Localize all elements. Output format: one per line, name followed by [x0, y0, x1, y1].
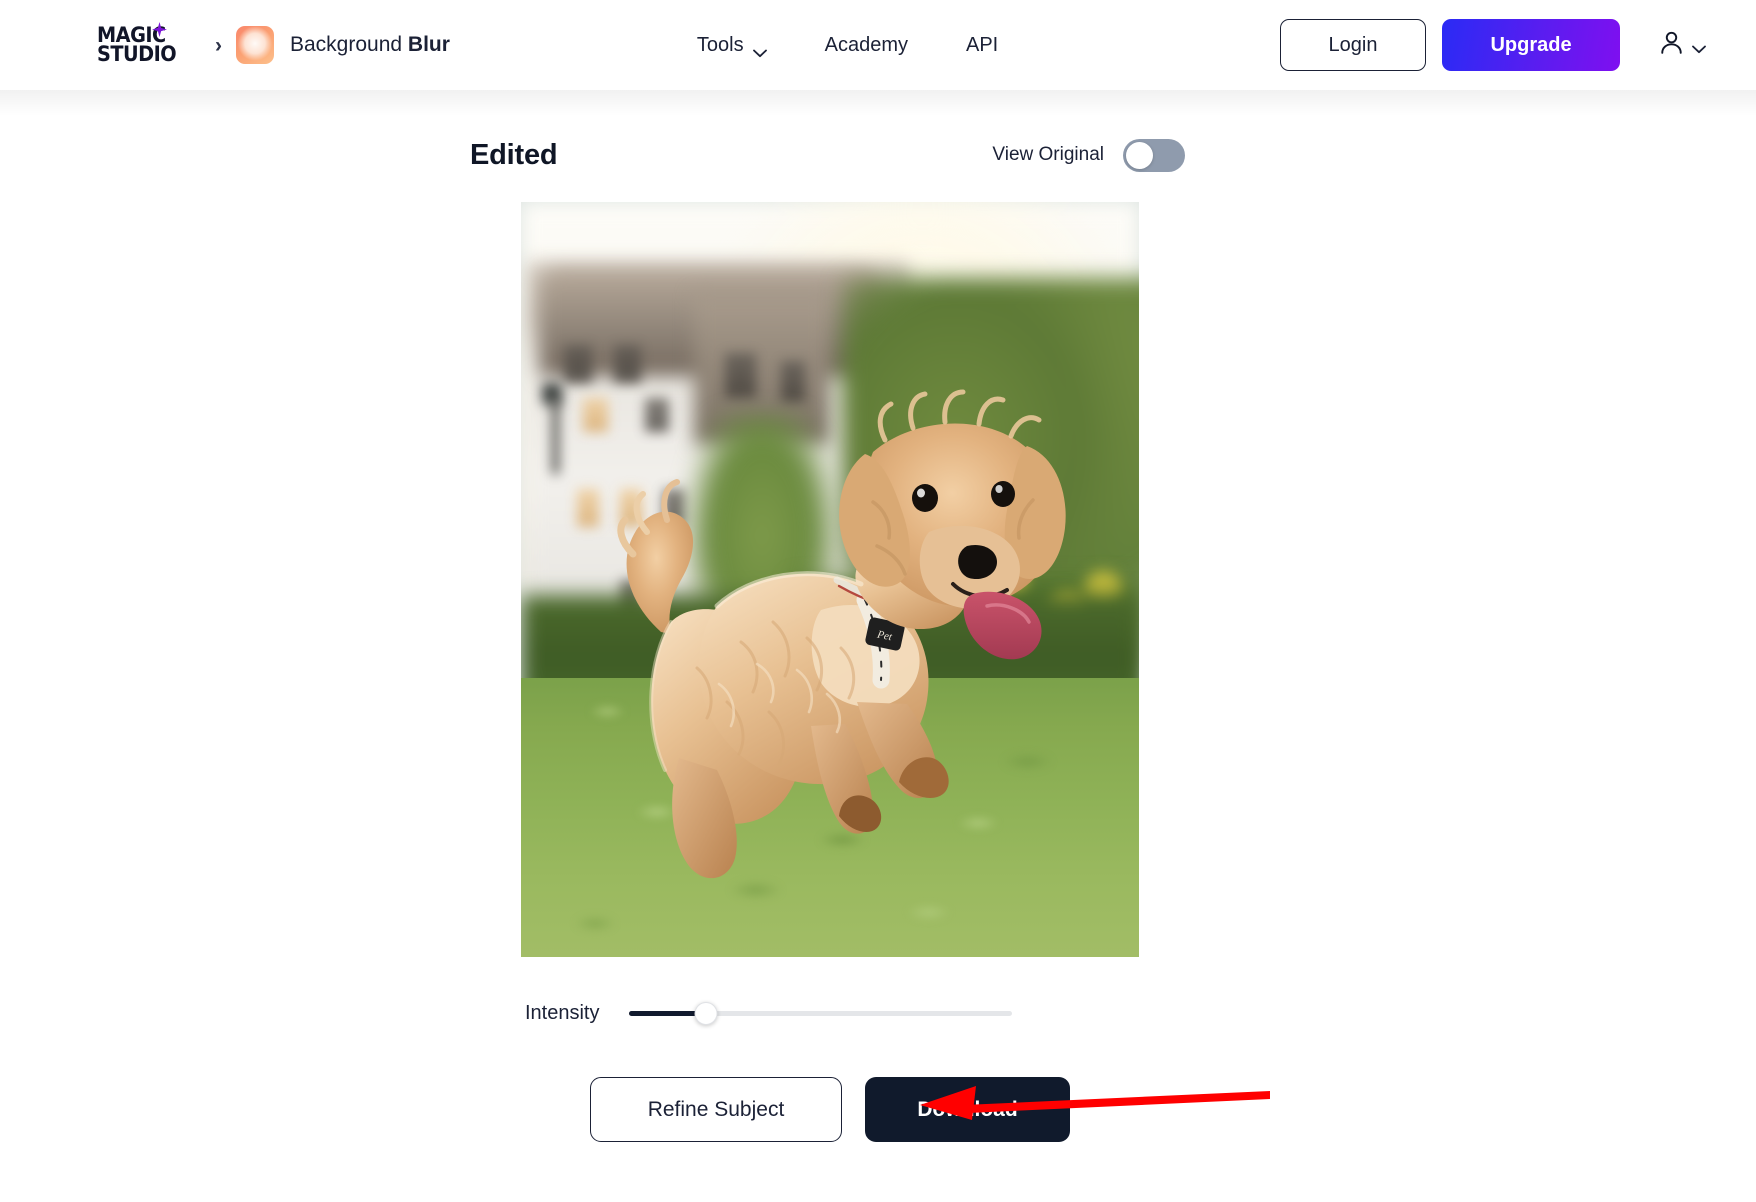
nav-item-tools[interactable]: Tools	[697, 34, 767, 57]
toggle-knob	[1126, 141, 1153, 169]
header-actions: Login Upgrade	[1280, 19, 1706, 71]
breadcrumb-title-regular: Background	[290, 33, 408, 56]
person-icon	[1658, 29, 1685, 61]
refine-subject-button[interactable]: Refine Subject	[590, 1077, 842, 1142]
download-button[interactable]: Download	[865, 1077, 1070, 1142]
photo-dog-subject: Pet	[617, 389, 1066, 879]
view-original-control[interactable]: View Original	[992, 138, 1185, 172]
breadcrumb-title-bold: Blur	[407, 33, 450, 56]
slider-thumb[interactable]	[694, 1002, 718, 1025]
nav-item-academy-label: Academy	[824, 33, 908, 56]
editor-main: Edited View Original Pet Intensity Refin…	[0, 90, 1756, 1202]
intensity-label: Intensity	[525, 1002, 600, 1024]
nav-item-api-label: API	[966, 33, 999, 56]
intensity-slider[interactable]	[629, 1002, 1013, 1025]
view-original-label: View Original	[992, 144, 1104, 165]
photo-composite: Pet	[521, 202, 1139, 957]
editor-action-buttons: Refine Subject Download	[470, 1077, 1190, 1142]
editor-canvas-column: Edited View Original Pet Intensity Refin…	[470, 90, 1190, 1142]
edited-image-preview: Pet	[521, 202, 1139, 957]
blur-tool-thumbnail-icon	[236, 26, 274, 64]
site-header: MAGIC STUDIO › Background Blur Tools Aca…	[0, 0, 1756, 116]
sparkle-star-icon	[152, 22, 167, 37]
nav-item-academy[interactable]: Academy	[825, 34, 908, 57]
breadcrumb-title: Background Blur	[290, 33, 450, 57]
magic-studio-logo[interactable]: MAGIC STUDIO	[97, 21, 197, 69]
nav-item-tools-label: Tools	[696, 33, 744, 56]
upgrade-button[interactable]: Upgrade	[1442, 19, 1620, 71]
nav-item-api[interactable]: API	[966, 34, 998, 57]
main-navigation: Tools Academy API	[697, 34, 998, 57]
page-title: Edited	[470, 138, 558, 171]
breadcrumb-separator-icon: ›	[215, 33, 222, 57]
chevron-down-icon	[752, 41, 767, 57]
logo-line-2: STUDIO	[97, 42, 177, 66]
chevron-down-icon	[1692, 41, 1706, 53]
view-original-toggle[interactable]	[1123, 138, 1185, 172]
login-button[interactable]: Login	[1280, 19, 1426, 71]
intensity-slider-row: Intensity	[525, 1002, 1190, 1025]
brand-zone: MAGIC STUDIO › Background Blur	[97, 21, 450, 69]
canvas-toolbar: Edited View Original	[470, 122, 1190, 188]
account-menu[interactable]	[1658, 29, 1706, 61]
